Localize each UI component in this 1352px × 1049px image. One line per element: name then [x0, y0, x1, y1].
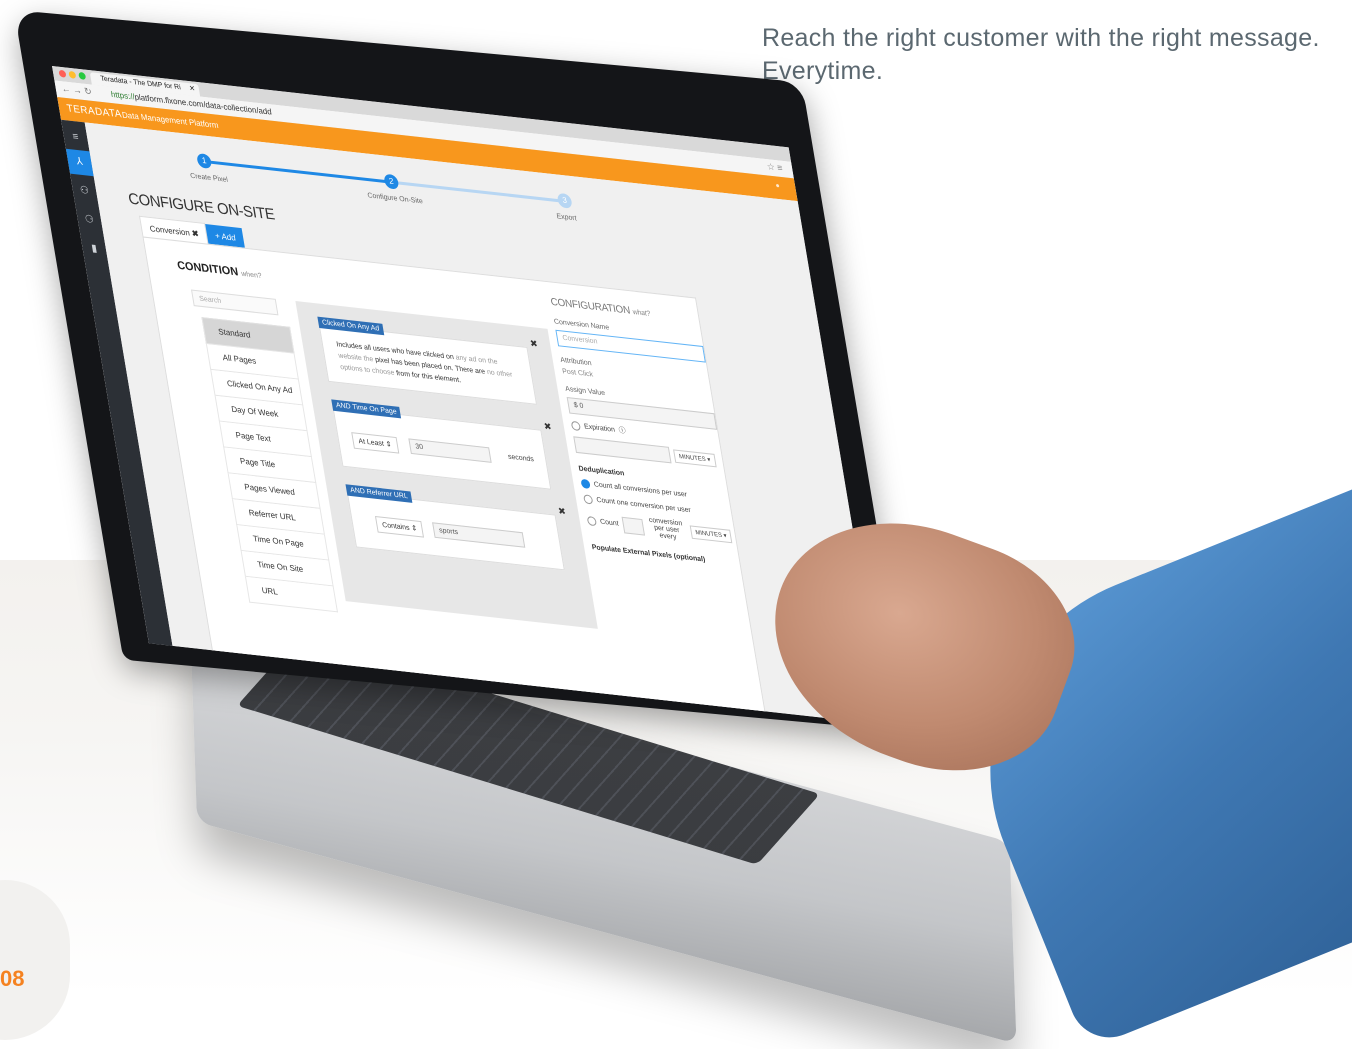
step-2-label: Configure On-Site	[367, 192, 424, 206]
condition-heading: CONDITION when?	[176, 259, 262, 281]
expiration-unit-value: MINUTES	[678, 453, 707, 463]
configuration-hint: what?	[632, 308, 651, 318]
tab-conversion-label: Conversion	[149, 223, 191, 238]
expiration-label: Expiration	[583, 422, 616, 434]
user-icon[interactable]: ●	[775, 182, 780, 190]
radio-selected-icon[interactable]	[580, 478, 591, 490]
configuration-panel: CONDITION when? Search Standard All Page…	[142, 236, 773, 725]
remove-tab-icon[interactable]: ✖	[191, 229, 199, 239]
time-operator-value: At Least	[357, 437, 385, 448]
expiration-unit-dropdown[interactable]: MINUTES ▾	[672, 448, 717, 467]
rule-referrer-url: AND Referrer URL ✖ Contains ⇕ sports	[345, 484, 566, 571]
populate-pixels-label: Populate External Pixels (optional)	[591, 543, 706, 564]
dedup-unit-value: MINUTES	[695, 529, 723, 540]
dedup-conversion-text: conversion per user every	[648, 516, 683, 542]
time-unit-label: seconds	[507, 453, 535, 464]
page-number: 08	[0, 966, 25, 991]
step-3-label: Export	[556, 213, 578, 223]
remove-rule-icon[interactable]: ✖	[529, 338, 538, 350]
condition-search-input[interactable]: Search	[191, 289, 279, 316]
rule-tag: AND Referrer URL	[345, 484, 413, 503]
dedup-count-input[interactable]	[621, 516, 645, 536]
minimize-window-icon[interactable]	[68, 70, 77, 79]
main-content: 1 2 3 Create Pixel Configure On-Site Exp…	[84, 122, 886, 725]
rule-clicked-on-any-ad: Clicked On Any Ad ✖ Includes all users w…	[317, 316, 538, 405]
referrer-operator-value: Contains	[381, 521, 411, 533]
condition-title: CONDITION	[176, 259, 240, 279]
close-tab-icon[interactable]: ✕	[188, 83, 196, 96]
dedup-option-count-label: Count	[599, 518, 620, 528]
rule-tag: AND Time On Page	[331, 399, 402, 419]
nav-arrows-icon[interactable]: ← → ↻	[61, 83, 93, 98]
rule-description: Includes all users who have clicked on a…	[336, 339, 525, 393]
step-1-dot[interactable]: 1	[196, 152, 213, 170]
info-icon: ⓘ	[618, 427, 627, 436]
expiration-checkbox[interactable]	[570, 420, 582, 431]
browser-menu-icon[interactable]: ☆ ≡	[766, 161, 783, 174]
referrer-operator-select[interactable]: Contains ⇕	[374, 515, 425, 538]
teradata-logo[interactable]: TERADATA	[66, 103, 123, 120]
dedup-unit-dropdown[interactable]: MINUTES ▾	[689, 525, 733, 544]
radio-icon[interactable]	[586, 515, 598, 527]
maximize-window-icon[interactable]	[78, 71, 87, 80]
step-2-dot[interactable]: 2	[383, 173, 400, 190]
rule-tag: Clicked On Any Ad	[317, 316, 385, 336]
rule-builder-canvas: Clicked On Any Ad ✖ Includes all users w…	[295, 301, 598, 629]
remove-rule-icon[interactable]: ✖	[543, 421, 552, 433]
time-operator-select[interactable]: At Least ⇕	[351, 432, 399, 454]
condition-hint: when?	[240, 270, 263, 281]
url-protocol: https://	[110, 89, 136, 102]
laptop-screen: Teradata - The DMP for Ri ✕ ← → ↻ https:…	[52, 66, 886, 725]
configuration-title: CONFIGURATION	[549, 296, 632, 317]
step-1-label: Create Pixel	[189, 172, 229, 184]
rule-time-on-page: AND Time On Page ✖ At Least ⇕ 30 seconds	[331, 399, 552, 490]
marketing-tagline: Reach the right customer with the right …	[762, 24, 1320, 85]
expiration-input[interactable]	[573, 436, 672, 464]
close-window-icon[interactable]	[58, 69, 67, 78]
referrer-value-input[interactable]: sports	[432, 522, 526, 548]
step-3-dot[interactable]: 3	[556, 192, 573, 209]
remove-rule-icon[interactable]: ✖	[557, 506, 566, 518]
radio-icon[interactable]	[582, 494, 594, 505]
time-value-input[interactable]: 30	[408, 438, 492, 463]
progress-line	[205, 160, 393, 184]
